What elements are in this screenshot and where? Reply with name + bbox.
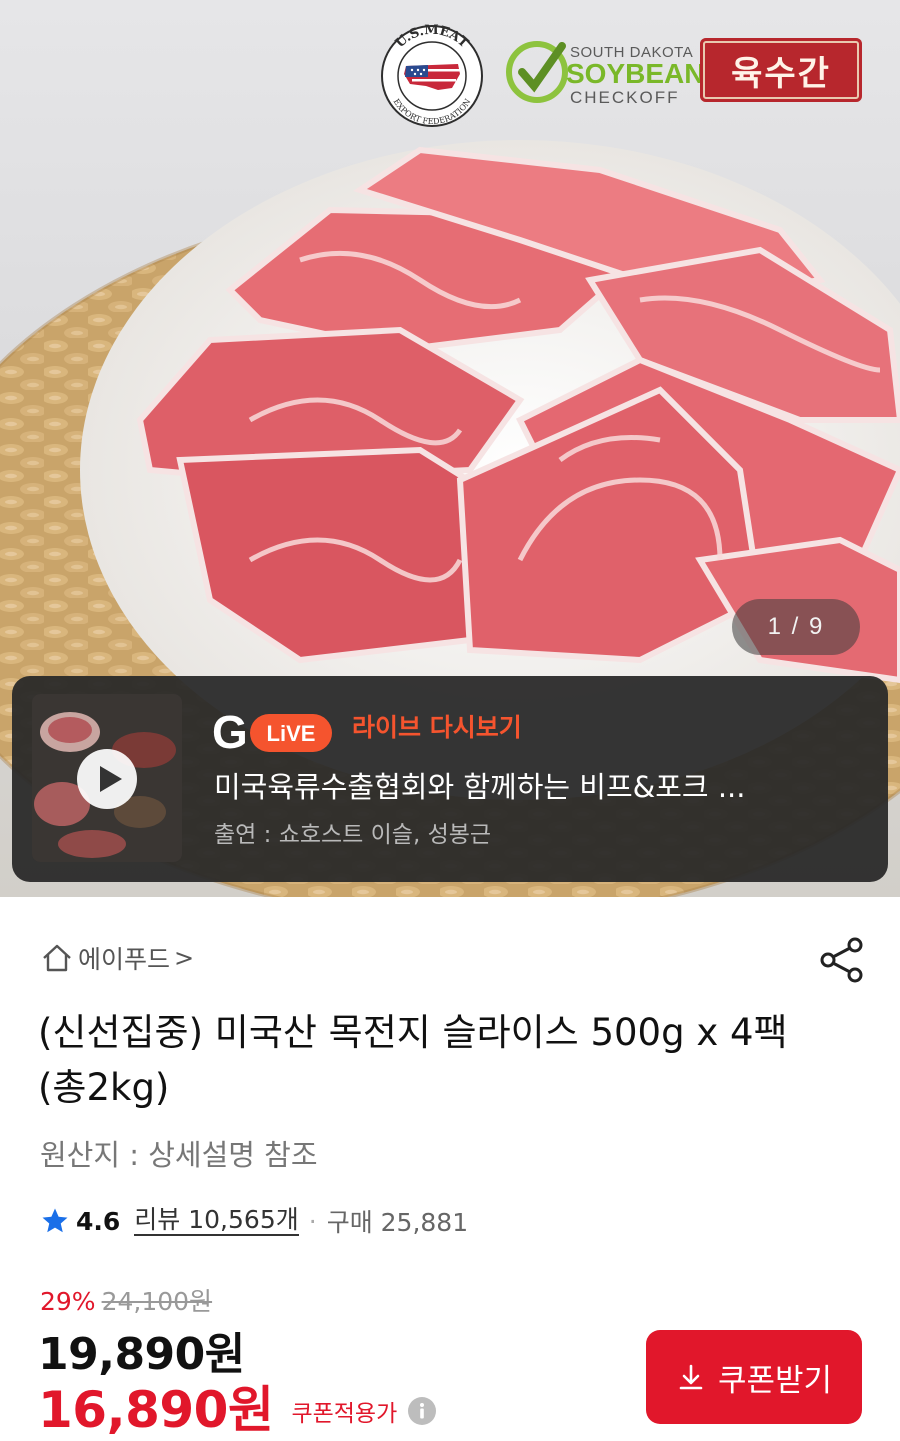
coupon-price-label: 쿠폰적용가	[291, 1401, 398, 1427]
product-origin: 원산지 : 상세설명 참조	[40, 1138, 318, 1172]
discount-row: 29% 24,100원	[40, 1282, 212, 1318]
live-thumbnail[interactable]	[32, 694, 182, 862]
soy-line2: SOYBEAN	[566, 58, 705, 89]
coupon-button-label: 쿠폰받기	[717, 1362, 833, 1398]
star-icon	[42, 1208, 68, 1233]
info-icon[interactable]	[407, 1396, 437, 1426]
yuksugan-logo: 육수간	[700, 38, 862, 102]
purchase-count: 구매 25,881	[326, 1208, 469, 1237]
coupon-download-button[interactable]: 쿠폰받기	[646, 1330, 862, 1424]
live-title[interactable]: 미국육류수출협회와 함께하는 비프&포크 ...	[214, 764, 854, 806]
seller-link[interactable]: 에이푸드 >	[40, 938, 194, 978]
discount-percent: 29%	[40, 1287, 96, 1316]
download-icon	[679, 1364, 703, 1390]
live-cast: 출연 : 쇼호스트 이슬, 성봉근	[214, 822, 492, 848]
share-icon[interactable]	[816, 934, 868, 986]
glive-live-text: LiVE	[267, 721, 316, 746]
coupon-price: 16,890원	[38, 1381, 274, 1439]
home-icon	[43, 944, 71, 972]
yuksugan-text: 육수간	[731, 53, 831, 94]
seller-name: 에이푸드	[78, 945, 171, 974]
glive-logo: G LiVE	[212, 706, 332, 758]
soy-line3: CHECKOFF	[570, 88, 680, 107]
original-price: 24,100원	[101, 1287, 213, 1316]
review-link[interactable]: 리뷰 10,565개	[134, 1206, 299, 1236]
glive-g-text: G	[212, 706, 248, 758]
image-counter: 1 / 9	[732, 599, 860, 655]
soybean-checkoff-logo: SOUTH DAKOTA SOYBEAN CHECKOFF	[504, 30, 704, 118]
rating-score: 4.6	[76, 1206, 121, 1236]
coupon-price-row: 16,890원 쿠폰적용가	[38, 1370, 437, 1441]
usmeat-logo: U.S.MEAT EXPORT FEDERATION	[381, 23, 483, 127]
check-mark-icon	[506, 41, 568, 103]
rating-separator: ·	[308, 1206, 317, 1236]
play-icon[interactable]	[76, 748, 138, 810]
live-replay-label: 라이브 다시보기	[352, 713, 522, 742]
live-replay-banner[interactable]: G LiVE 라이브 다시보기 미국육류수출협회와 함께하는 비프&포크 ...…	[12, 676, 888, 882]
product-title: (신선집중) 미국산 목전지 슬라이스 500g x 4팩 (총2kg)	[38, 1011, 788, 1109]
rating-row: 4.6 리뷰 10,565개 · 구매 25,881	[40, 1201, 468, 1241]
chevron-right-icon: >	[174, 944, 195, 972]
